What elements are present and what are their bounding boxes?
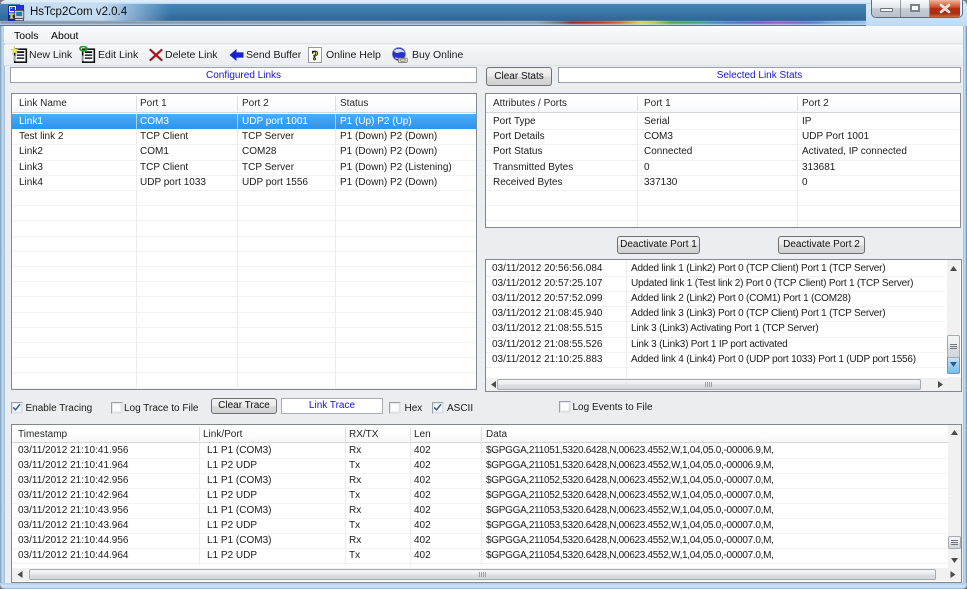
svg-text:?: ? <box>312 49 319 63</box>
